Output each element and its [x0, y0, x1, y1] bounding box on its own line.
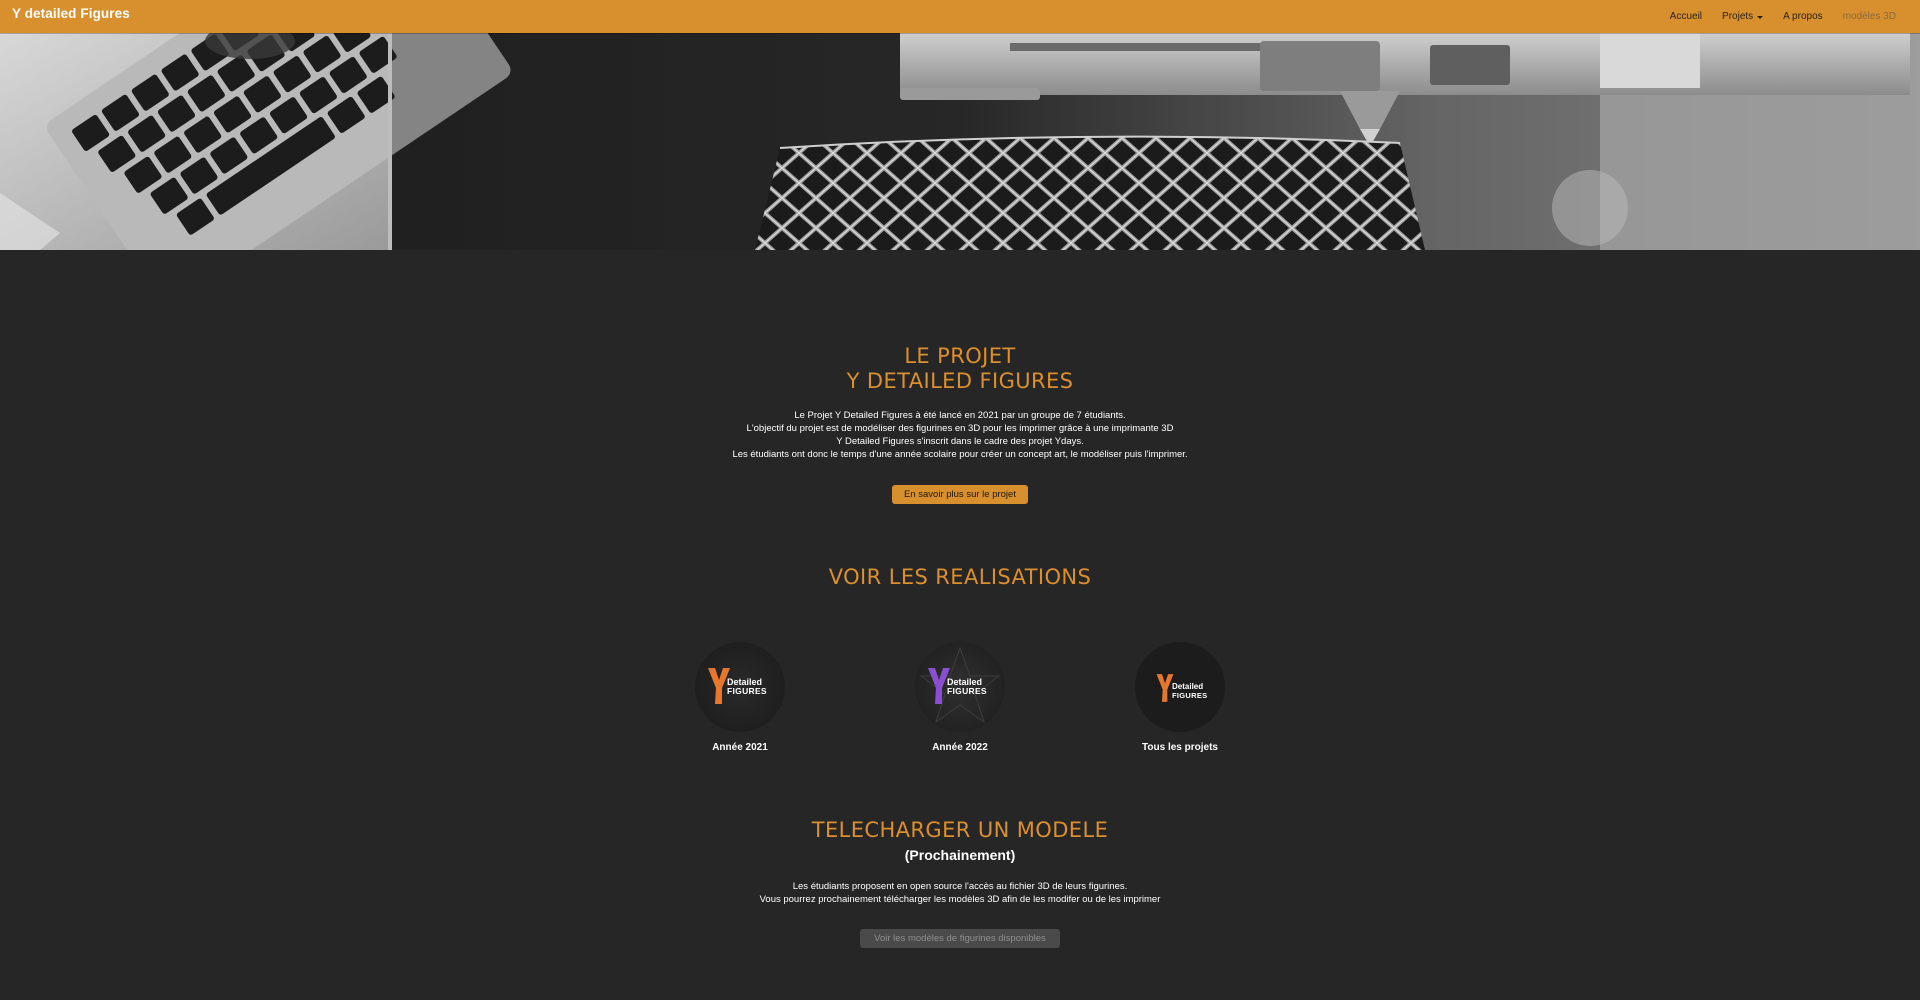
project-title: LE PROJET Y DETAILED FIGURES	[0, 344, 1920, 394]
nav-item-a-propos[interactable]: A propos	[1773, 11, 1832, 22]
ydf-logo-icon: Detailed FIGURES	[695, 642, 785, 732]
learn-more-button[interactable]: En savoir plus sur le projet	[892, 485, 1028, 504]
nav-menu: Accueil Projets A propos modèles 3D	[1660, 0, 1906, 33]
download-title: TELECHARGER UN MODELE	[811, 818, 1109, 842]
project-description-line: Les étudiants ont donc le temps d'une an…	[732, 449, 1188, 460]
realisations-title: VOIR LES REALISATIONS	[828, 565, 1092, 589]
card-annee-2021[interactable]: Detailed FIGURES Année 2021	[660, 642, 820, 753]
project-description: Le Projet Y Detailed Figures à été lancé…	[0, 409, 1920, 461]
project-description-line: Y Detailed Figures s'inscrit dans le cad…	[836, 436, 1084, 447]
card-label: Tous les projets	[1142, 742, 1218, 753]
view-models-button[interactable]: Voir les modèles de figurines disponible…	[860, 929, 1060, 948]
caret-down-icon	[1757, 15, 1764, 19]
nav-item-label: A propos	[1783, 11, 1823, 22]
card-label: Année 2021	[712, 742, 768, 753]
card-label: Année 2022	[932, 742, 988, 753]
project-title-line1: LE PROJET	[904, 344, 1016, 368]
card-annee-2022[interactable]: Detailed FIGURES Année 2022	[880, 642, 1040, 753]
nav-item-modeles-3d[interactable]: modèles 3D	[1833, 11, 1906, 22]
brand-logo-text[interactable]: Y detailed Figures	[12, 6, 130, 21]
download-description-line: Vous pourrez prochainement télécharger l…	[759, 894, 1161, 905]
logo-wordmark: Detailed FIGURES	[1172, 682, 1208, 700]
nav-item-projets-dropdown[interactable]: Projets	[1712, 11, 1773, 22]
ydf-logo-icon: Detailed FIGURES	[915, 642, 1005, 732]
hero-banner-image	[0, 33, 1920, 250]
download-subtitle: (Prochainement)	[904, 847, 1016, 863]
navbar: Y detailed Figures Accueil Projets A pro…	[0, 0, 1920, 33]
project-title-line2: Y DETAILED FIGURES	[846, 369, 1074, 393]
download-description: Les étudiants proposent en open source l…	[0, 880, 1920, 906]
logo-wordmark: Detailed FIGURES	[947, 677, 987, 696]
project-description-line: Le Projet Y Detailed Figures à été lancé…	[794, 410, 1126, 421]
3d-printer-graphic	[392, 33, 1920, 250]
download-description-line: Les étudiants proposent en open source l…	[792, 881, 1128, 892]
card-tous-les-projets[interactable]: Detailed FIGURES Tous les projets	[1100, 642, 1260, 753]
main-content: LE PROJET Y DETAILED FIGURES Le Projet Y…	[0, 250, 1920, 1000]
project-description-line: L'objectif du projet est de modéliser de…	[746, 423, 1174, 434]
nav-item-label: modèles 3D	[1842, 11, 1896, 22]
ydf-logo-icon: Detailed FIGURES	[1135, 642, 1225, 732]
nav-item-label: Projets	[1722, 11, 1754, 22]
nav-item-label: Accueil	[1669, 11, 1703, 22]
logo-wordmark: Detailed FIGURES	[727, 677, 767, 696]
nav-item-accueil[interactable]: Accueil	[1660, 11, 1712, 22]
